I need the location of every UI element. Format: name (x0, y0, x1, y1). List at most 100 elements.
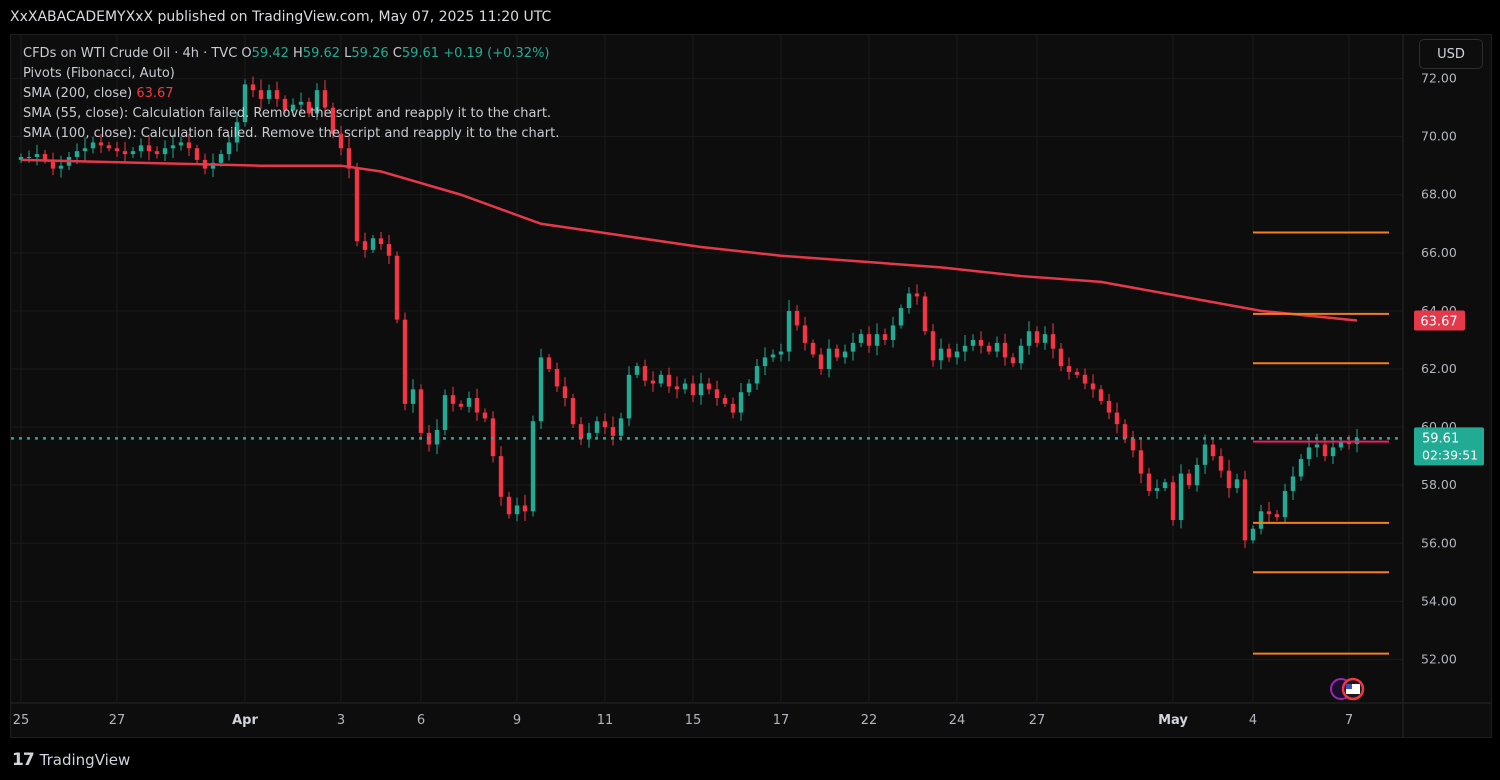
candle-down (394, 255, 400, 320)
candle-down (354, 168, 360, 242)
candle-up (58, 165, 64, 169)
time-axis-label: 17 (773, 713, 790, 728)
candle-up (466, 398, 472, 407)
tradingview-logo-icon[interactable]: 17 (12, 750, 35, 770)
time-axis-label: 7 (1345, 713, 1353, 728)
candle-down (714, 389, 720, 399)
candle-up (970, 339, 976, 346)
candle-up (594, 421, 600, 433)
legend-pivots[interactable]: Pivots (Fibonacci, Auto) (23, 64, 559, 84)
candle-down (986, 345, 992, 352)
legend-open-label: O (241, 46, 252, 61)
candle-up (370, 238, 376, 250)
candle-up (218, 154, 224, 163)
candle-up (778, 351, 784, 355)
price-axis-label: 68.00 (1421, 187, 1457, 202)
candle-down (730, 403, 736, 413)
candle-down (674, 386, 680, 390)
candle-up (962, 345, 968, 352)
candle-up (890, 325, 896, 340)
candle-up (850, 342, 856, 352)
candle-down (1082, 374, 1088, 384)
candle-down (402, 319, 408, 404)
candle-down (114, 148, 120, 152)
candle-up (1202, 444, 1208, 465)
candle-down (458, 403, 464, 407)
time-axis-label: May (1158, 713, 1188, 728)
time-axis-label: 3 (337, 713, 345, 728)
candle-down (194, 148, 200, 160)
candle-down (1186, 473, 1192, 486)
legend-high-label: H (293, 46, 303, 61)
candle-up (514, 505, 520, 515)
candle-down (1098, 389, 1104, 401)
candle-down (922, 296, 928, 332)
candle-down (386, 244, 392, 256)
candle-down (930, 331, 936, 361)
time-axis-label: 25 (13, 713, 30, 728)
candle-up (858, 334, 864, 343)
candle-up (1194, 464, 1200, 486)
candle-down (450, 395, 456, 404)
time-axis-label: 11 (597, 713, 614, 728)
tradingview-brand[interactable]: TradingView (40, 751, 131, 769)
candle-down (522, 505, 528, 512)
candle-down (978, 339, 984, 346)
candle-down (882, 334, 888, 340)
legend-low-value: 59.26 (351, 46, 389, 61)
chart-panel[interactable]: 52.00 54.00 56.00 58.00 60.00 62.00 64.00 66.00… (10, 34, 1492, 738)
time-axis-label: Apr (232, 713, 258, 728)
candle-down (866, 334, 872, 346)
candle-up (1306, 447, 1312, 460)
price-axis-label: 58.00 (1421, 477, 1457, 492)
candle-down (474, 398, 480, 413)
candle-down (1210, 444, 1216, 457)
candle-up (898, 308, 904, 326)
legend-change: +0.19 (+0.32%) (443, 46, 550, 61)
candle-up (906, 293, 912, 309)
candle-down (1170, 482, 1176, 521)
candle-up (530, 421, 536, 512)
published-info: XxXABACADEMYXxX published on TradingView… (10, 9, 552, 25)
candle-up (162, 148, 168, 155)
price-axis-label: 62.00 (1421, 361, 1457, 376)
candle-up (634, 366, 640, 375)
time-axis-label: 27 (109, 713, 126, 728)
candle-down (1266, 511, 1272, 515)
candle-up (1026, 331, 1032, 346)
candle-up (1162, 482, 1168, 489)
candle-down (562, 386, 568, 399)
candle-down (362, 241, 368, 250)
candle-up (1234, 479, 1240, 489)
sma-price-tag-value: 63.67 (1420, 314, 1457, 329)
legend-sma100[interactable]: SMA (100, close): Calculation failed. Re… (23, 124, 559, 144)
candle-down (154, 151, 160, 155)
candle-up (658, 374, 664, 384)
candle-down (378, 238, 384, 245)
legend-symbol[interactable]: CFDs on WTI Crude Oil · 4h · TVC (23, 46, 237, 61)
candle-down (1010, 357, 1016, 364)
candle-down (1074, 371, 1080, 375)
legend-sma200-row[interactable]: SMA (200, close) 63.67 (23, 84, 559, 104)
candle-up (1258, 511, 1264, 529)
candle-down (690, 383, 696, 396)
candle-up (762, 357, 768, 367)
candle-down (1138, 450, 1144, 474)
candle-up (538, 357, 544, 422)
currency-button[interactable]: USD (1419, 39, 1483, 69)
candle-down (914, 293, 920, 297)
legend-sma55[interactable]: SMA (55, close): Calculation failed. Rem… (23, 104, 559, 124)
candle-up (1178, 473, 1184, 521)
candle-up (170, 145, 176, 149)
candle-down (722, 398, 728, 404)
candle-down (1050, 334, 1056, 349)
time-axis-label: 24 (949, 713, 966, 728)
sma200-line[interactable] (20, 158, 1358, 322)
candle-up (226, 142, 232, 155)
us-flag-canton (1346, 684, 1352, 689)
candle-up (1298, 459, 1304, 477)
price-axis-label: 66.00 (1421, 245, 1457, 260)
candle-up (874, 334, 880, 346)
candle-down (802, 325, 808, 343)
candle-down (578, 424, 584, 439)
